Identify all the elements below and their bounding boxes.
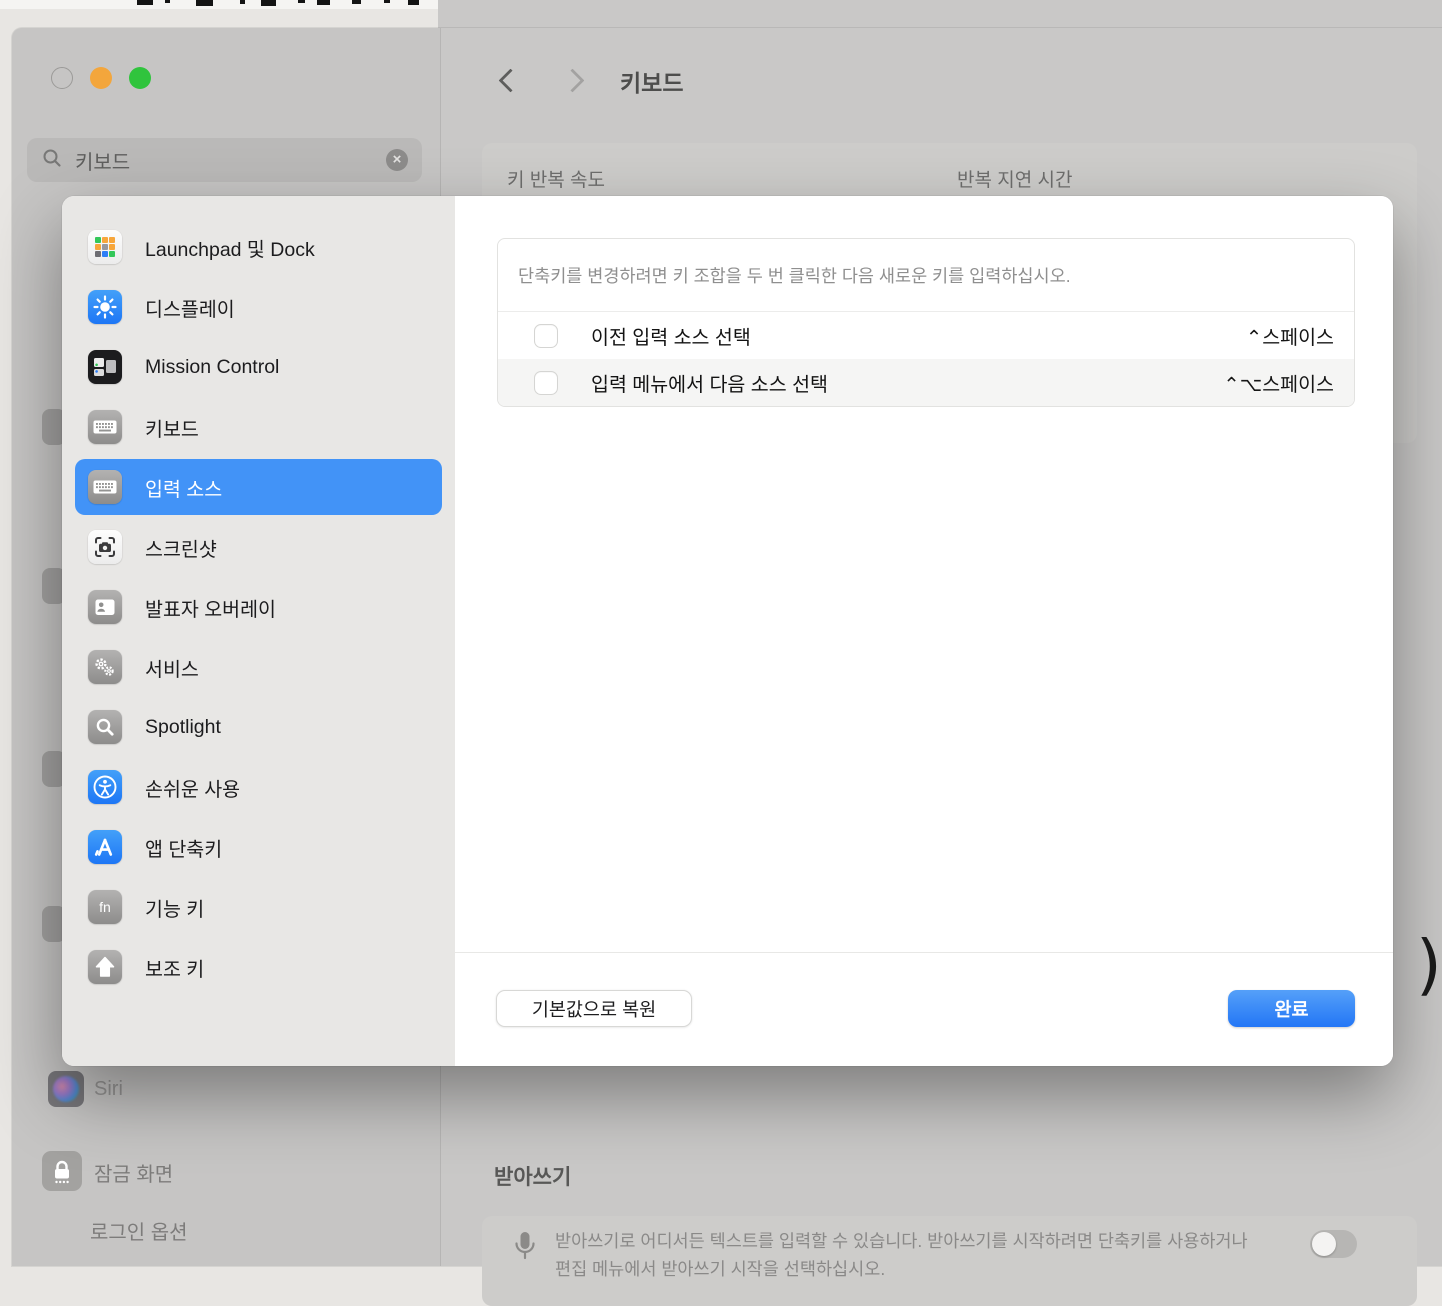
shortcut-row-next-input-source[interactable]: 입력 메뉴에서 다음 소스 선택 ⌃⌥스페이스 [498,359,1354,406]
clipped-text-fragment [352,0,361,4]
clipped-text-fragment [137,0,153,5]
shortcut-checkbox[interactable] [534,324,558,348]
sidebar-item-display[interactable]: 디스플레이 [75,279,442,335]
sidebar-item-services[interactable]: 서비스 [75,639,442,695]
sidebar-item-keyboard[interactable]: 키보드 [75,399,442,455]
sidebar-item-label: 디스플레이 [145,293,235,322]
keyboard-icon [88,410,122,444]
sidebar-item-login-options[interactable]: 로그인 옵션 [90,1216,188,1245]
sidebar-item-label: 서비스 [145,653,199,682]
clipped-text-fragment [384,0,390,3]
dictation-toggle[interactable] [1310,1230,1357,1258]
sidebar-item-label: 보조 키 [145,953,204,982]
shortcut-row-previous-input-source[interactable]: 이전 입력 소스 선택 ⌃스페이스 [498,312,1354,359]
clipped-paren-text: ) [1416,926,1442,1003]
spotlight-icon [88,710,122,744]
display-icon [88,290,122,324]
sidebar-item-input-sources[interactable]: 입력 소스 [75,459,442,515]
search-icon [41,147,63,174]
shortcut-categories-sidebar: Launchpad 및 Dock 디스플레이 Mission Control 키… [62,196,455,1066]
sidebar-item-label: 기능 키 [145,893,204,922]
clipped-desktop-strip [0,0,440,9]
toggle-knob [1312,1232,1336,1256]
mission-control-icon [88,350,122,384]
presenter-overlay-icon [88,590,122,624]
repeat-delay-label: 반복 지연 시간 [957,165,1072,192]
forward-button[interactable] [560,68,584,92]
sidebar-item-modifier-keys[interactable]: 보조 키 [75,939,442,995]
sidebar-item-label: 손쉬운 사용 [145,773,240,802]
sidebar-item-presenter-overlay[interactable]: 발표자 오버레이 [75,579,442,635]
search-field[interactable]: × [27,138,422,182]
clipped-text-fragment [261,0,276,6]
sidebar-item-screenshots[interactable]: 스크린샷 [75,519,442,575]
services-icon [88,650,122,684]
sidebar-item-function-keys[interactable]: fn 기능 키 [75,879,442,935]
clipped-text-fragment [408,0,419,5]
clear-search-icon[interactable]: × [386,149,408,171]
shortcut-keys[interactable]: ⌃스페이스 [1246,321,1334,350]
clipped-text-fragment [240,0,245,4]
lock-icon [42,1151,82,1191]
dictation-desc-line1: 받아쓰기로 어디서든 텍스트를 입력할 수 있습니다. 받아쓰기를 시작하려면 … [555,1228,1248,1255]
clipped-text-fragment [165,0,170,3]
key-repeat-label: 키 반복 속도 [507,165,605,192]
shortcut-checkbox[interactable] [534,371,558,395]
page-title: 키보드 [620,64,683,98]
fn-icon: fn [88,890,122,924]
dictation-panel: 받아쓰기로 어디서든 텍스트를 입력할 수 있습니다. 받아쓰기를 시작하려면 … [482,1216,1417,1306]
shortcuts-table: 단축키를 변경하려면 키 조합을 두 번 클릭한 다음 새로운 키를 입력하십시… [497,238,1355,407]
microphone-icon [512,1230,538,1273]
sidebar-item-label: 스크린샷 [145,533,217,562]
dictation-desc-line2: 편집 메뉴에서 받아쓰기 시작을 선택하십시오. [555,1256,885,1283]
shortcuts-content-pane: 단축키를 변경하려면 키 조합을 두 번 클릭한 다음 새로운 키를 입력하십시… [455,196,1393,1066]
sidebar-item-lock-screen[interactable]: 잠금 화면 [94,1158,173,1187]
launchpad-icon [88,230,122,264]
sidebar-item-label: 입력 소스 [145,473,222,502]
instruction-text: 단축키를 변경하려면 키 조합을 두 번 클릭한 다음 새로운 키를 입력하십시… [498,239,1354,312]
sidebar-item-label: 키보드 [145,413,199,442]
dictation-heading: 받아쓰기 [494,1161,571,1191]
sidebar-item-mission-control[interactable]: Mission Control [75,339,442,395]
search-input[interactable] [73,148,367,173]
app-shortcuts-icon [88,830,122,864]
input-sources-icon [88,470,122,504]
siri-icon [48,1071,84,1107]
back-button[interactable] [498,68,522,92]
shortcut-keys[interactable]: ⌃⌥스페이스 [1223,368,1334,397]
sidebar-item-label: Spotlight [145,716,221,739]
clipped-text-fragment [298,0,305,3]
minimize-window-button[interactable] [90,67,112,89]
sidebar-item-accessibility[interactable]: 손쉬운 사용 [75,759,442,815]
done-button[interactable]: 완료 [1228,990,1355,1027]
zoom-window-button[interactable] [129,67,151,89]
sidebar-item-label: 발표자 오버레이 [145,593,276,622]
footer-divider [455,952,1393,953]
close-window-button[interactable] [51,67,73,89]
background-window-strip [438,0,1442,30]
sidebar-item-label: Mission Control [145,356,279,379]
keyboard-shortcuts-dialog: Launchpad 및 Dock 디스플레이 Mission Control 키… [62,196,1393,1066]
sidebar-item-label: 앱 단축키 [145,833,222,862]
sidebar-item-siri[interactable]: Siri [94,1078,123,1101]
clipped-text-fragment [317,0,330,5]
restore-defaults-button[interactable]: 기본값으로 복원 [496,990,692,1027]
screenshot-icon [88,530,122,564]
sidebar-item-spotlight[interactable]: Spotlight [75,699,442,755]
sidebar-item-app-shortcuts[interactable]: 앱 단축키 [75,819,442,875]
shortcut-label: 입력 메뉴에서 다음 소스 선택 [591,368,1223,397]
sidebar-item-launchpad-dock[interactable]: Launchpad 및 Dock [75,219,442,275]
clipped-text-fragment [196,0,213,6]
fn-icon-text: fn [99,899,111,915]
modifier-keys-icon [88,950,122,984]
accessibility-icon [88,770,122,804]
sidebar-item-label: Launchpad 및 Dock [145,233,315,262]
shortcut-label: 이전 입력 소스 선택 [591,321,1246,350]
